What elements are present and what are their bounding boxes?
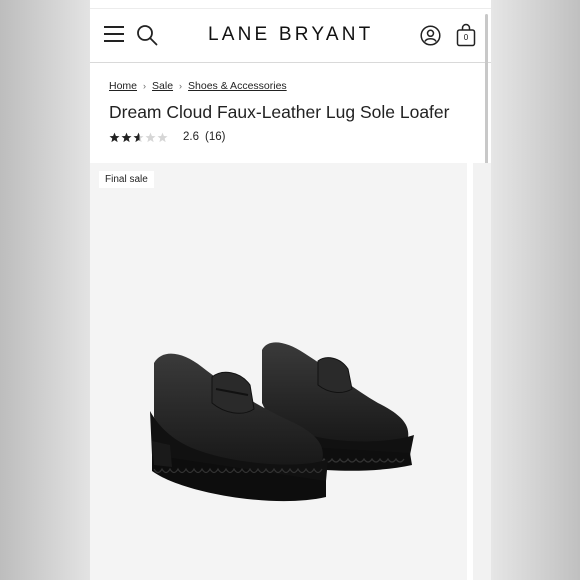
next-image-peek[interactable] — [473, 163, 491, 580]
final-sale-badge: Final sale — [99, 171, 154, 188]
star-icon — [109, 132, 120, 142]
site-header: LANE BRYANT 0 — [90, 9, 491, 63]
breadcrumb-shoes-accessories[interactable]: Shoes & Accessories — [188, 80, 287, 92]
menu-icon[interactable] — [104, 26, 124, 42]
breadcrumb-separator: › — [179, 81, 183, 91]
bag-count: 0 — [463, 33, 469, 42]
review-count[interactable]: (16) — [205, 131, 225, 143]
star-icon — [121, 132, 132, 142]
star-icon — [133, 132, 144, 142]
rating-value: 2.6 — [183, 131, 199, 143]
breadcrumb-separator: › — [143, 81, 147, 91]
star-icon — [157, 132, 168, 142]
account-icon[interactable] — [420, 25, 441, 46]
breadcrumb-sale[interactable]: Sale — [152, 80, 173, 92]
shopping-bag-button[interactable]: 0 — [456, 23, 476, 47]
background-left — [0, 0, 90, 580]
product-rating[interactable]: 2.6 (16) — [109, 130, 225, 144]
search-icon[interactable] — [136, 24, 158, 46]
product-image[interactable]: Final sale — [90, 163, 467, 580]
breadcrumb: Home › Sale › Shoes & Accessories — [109, 80, 287, 92]
brand-logo[interactable]: LANE BRYANT — [208, 24, 373, 46]
status-area — [90, 0, 491, 9]
star-icon — [145, 132, 156, 142]
loafer-shoes-image — [150, 342, 414, 502]
background-right — [491, 0, 580, 580]
breadcrumb-home[interactable]: Home — [109, 80, 137, 92]
rating-stars — [109, 132, 168, 143]
phone-screen: LANE BRYANT 0 Home › Sale › Shoes & Accessor… — [90, 0, 491, 580]
product-title: Dream Cloud Faux-Leather Lug Sole Loafer — [109, 102, 450, 122]
